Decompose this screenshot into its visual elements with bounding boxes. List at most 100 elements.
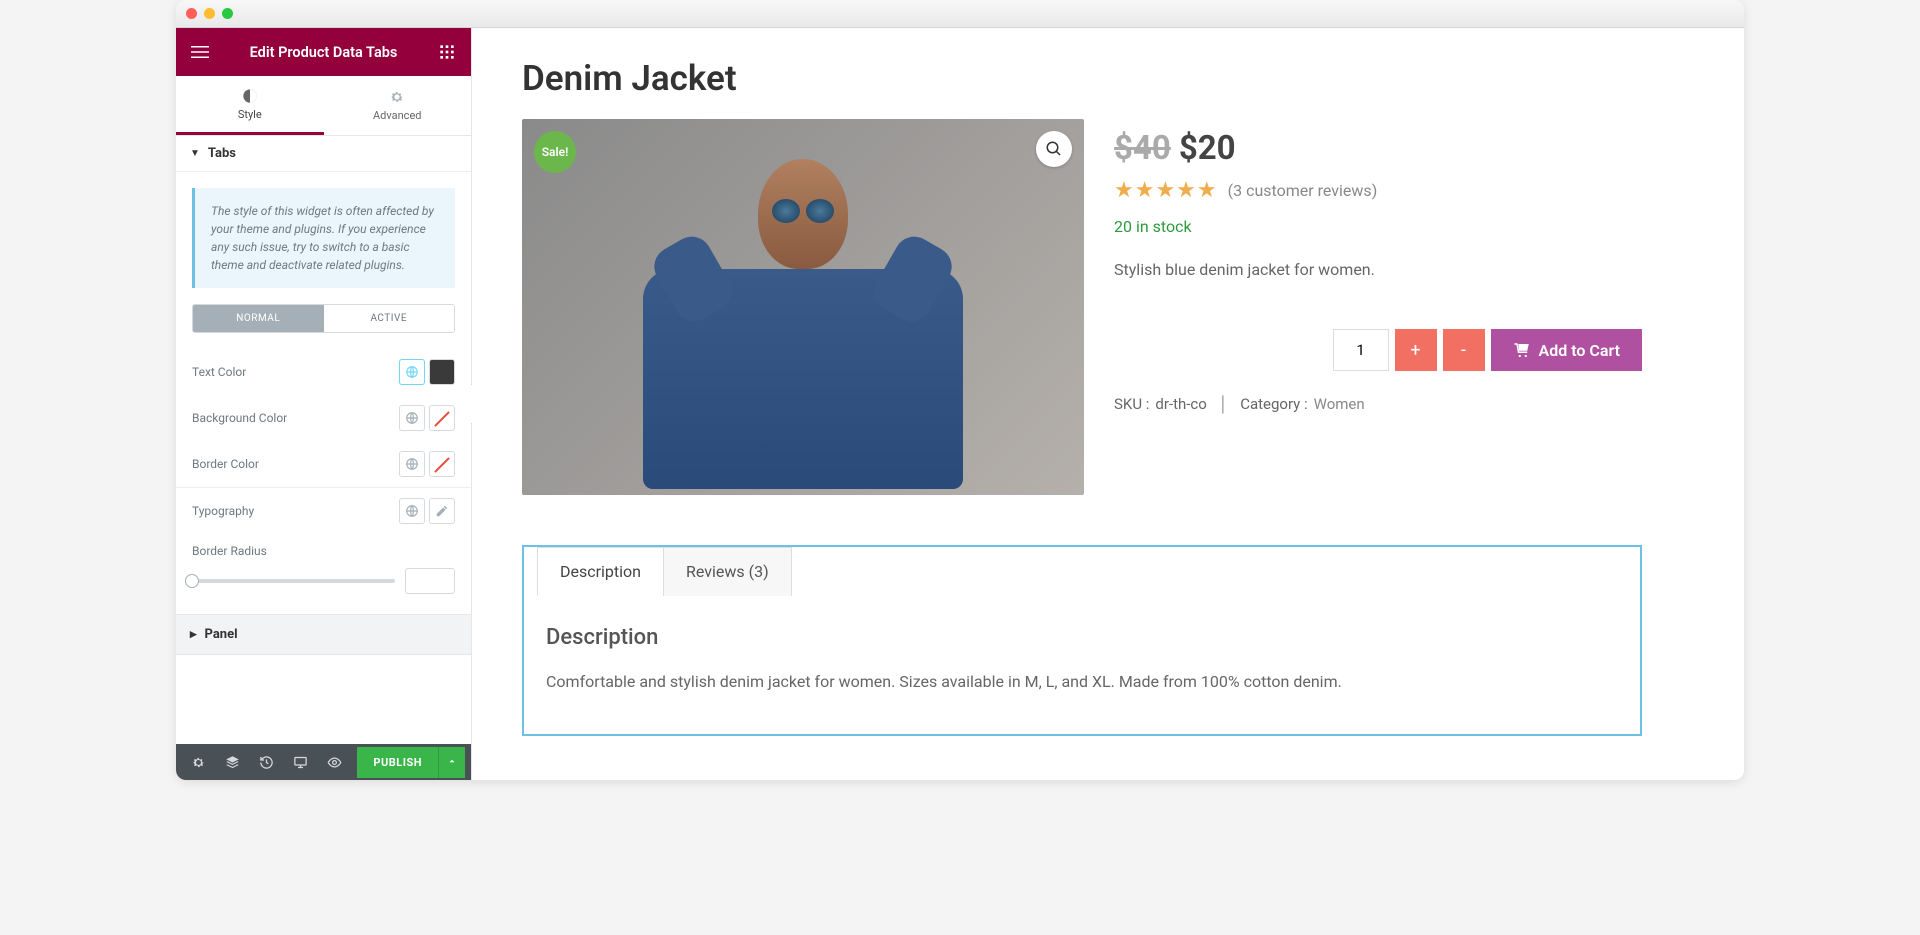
global-border-button[interactable] [399,451,425,477]
description-heading: Description [546,625,1618,650]
style-icon [242,88,258,104]
tab-advanced-label: Advanced [373,109,421,122]
section-tabs-label: Tabs [208,146,236,161]
window-minimize-icon[interactable] [204,8,215,19]
navigator-button[interactable] [216,744,248,780]
globe-icon [405,504,419,518]
history-button[interactable] [250,744,282,780]
history-icon [259,755,274,770]
sku-label: SKU : [1114,395,1149,413]
preview-button[interactable] [318,744,350,780]
control-typography: Typography [176,488,471,534]
sku-value: dr-th-co [1155,395,1206,413]
typography-edit-button[interactable] [429,498,455,524]
grid-icon [439,44,455,60]
sidebar-footer: Publish [176,744,471,780]
border-radius-input[interactable] [405,568,455,594]
control-border-color: Border Color [176,441,471,487]
sidebar-tabs: Style Advanced [176,76,471,136]
quantity-minus-button[interactable]: - [1443,329,1485,371]
quantity-input[interactable] [1333,329,1389,371]
global-typography-button[interactable] [399,498,425,524]
desktop-icon [293,755,308,770]
text-color-label: Text Color [192,365,246,379]
price-new: $20 [1179,129,1236,168]
product-top-row: Sale! $40$20 ★★★★★ (3 customer reviews) [522,119,1642,495]
layers-icon [225,755,240,770]
star-rating: ★★★★★ [1114,178,1218,203]
global-color-button[interactable] [399,359,425,385]
text-color-swatch [430,360,454,384]
global-bg-button[interactable] [399,405,425,431]
background-color-label: Background Color [192,411,287,425]
section-tabs-header[interactable]: ▼ Tabs [176,136,471,172]
menu-button[interactable] [188,40,212,64]
short-description: Stylish blue denim jacket for women. [1114,260,1642,279]
control-text-color: Text Color [176,349,471,395]
gear-icon [191,755,206,770]
price: $40$20 [1114,129,1642,168]
slider-thumb[interactable] [185,574,199,588]
tab-content-description: Description Comfortable and stylish deni… [524,595,1640,734]
editor-sidebar: Edit Product Data Tabs Style Advanced ▼ [176,28,472,780]
product-title: Denim Jacket [522,58,1642,99]
border-color-label: Border Color [192,457,259,471]
preview-inner: Denim Jacket Sale! [472,28,1692,766]
cart-icon [1513,341,1531,359]
preview-area[interactable]: Denim Jacket Sale! [472,28,1744,780]
tab-reviews[interactable]: Reviews (3) [663,547,792,596]
product-figure [522,119,1084,495]
product-data-tabs: Description Reviews (3) Description Comf… [522,545,1642,736]
globe-icon [405,365,419,379]
tabs-nav: Description Reviews (3) [524,547,1640,595]
window-maximize-icon[interactable] [222,8,233,19]
state-active[interactable]: Active [324,305,455,332]
lens-left [772,199,800,223]
rating-row: ★★★★★ (3 customer reviews) [1114,178,1642,203]
widgets-grid-button[interactable] [435,40,459,64]
window-titlebar [176,0,1744,28]
settings-button[interactable] [182,744,214,780]
category-link[interactable]: Women [1314,395,1365,413]
background-color-picker[interactable] [429,405,455,431]
add-to-cart-row: + - Add to Cart [1114,329,1642,371]
hamburger-icon [191,43,209,61]
product-meta: SKU : dr-th-co │ Category : Women [1114,395,1642,413]
caret-right-icon: ▸ [190,627,197,642]
state-normal[interactable]: Normal [193,305,324,332]
window-close-icon[interactable] [186,8,197,19]
section-panel-header[interactable]: ▸ Panel [176,614,471,655]
content-area: Edit Product Data Tabs Style Advanced ▼ [176,28,1744,780]
typography-label: Typography [192,504,254,518]
zoom-button[interactable] [1036,131,1072,167]
eye-icon [327,755,342,770]
globe-icon [405,411,419,425]
product-info: $40$20 ★★★★★ (3 customer reviews) 20 in … [1114,119,1642,495]
text-color-picker[interactable] [429,359,455,385]
style-notice: The style of this widget is often affect… [192,188,455,288]
sunglasses-shape [768,199,838,223]
state-toggle: Normal Active [192,304,455,333]
app-window: Edit Product Data Tabs Style Advanced ▼ [176,0,1744,780]
control-background-color: Background Color [176,395,471,441]
sidebar-title: Edit Product Data Tabs [250,44,398,61]
reviews-link[interactable]: (3 customer reviews) [1228,181,1378,200]
quantity-plus-button[interactable]: + [1395,329,1437,371]
sale-badge: Sale! [534,131,576,173]
add-to-cart-button[interactable]: Add to Cart [1491,329,1642,371]
publish-button[interactable]: Publish [357,747,438,778]
border-radius-label: Border Radius [192,544,267,558]
border-color-picker[interactable] [429,451,455,477]
tab-style-label: Style [238,108,262,121]
stock-status: 20 in stock [1114,217,1642,236]
jacket-shape [643,269,963,489]
tab-style[interactable]: Style [176,76,324,135]
tab-advanced[interactable]: Advanced [324,76,472,135]
publish-options-button[interactable] [438,747,465,778]
border-radius-slider[interactable] [192,579,395,583]
caret-up-icon [447,756,457,766]
responsive-button[interactable] [284,744,316,780]
sidebar-header: Edit Product Data Tabs [176,28,471,76]
tab-description[interactable]: Description [537,547,664,596]
magnifier-icon [1045,140,1063,158]
